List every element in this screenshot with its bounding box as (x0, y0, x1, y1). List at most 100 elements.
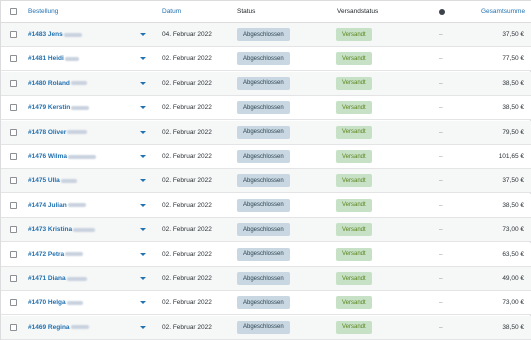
redacted-name (70, 325, 89, 330)
row-checkbox[interactable] (10, 267, 17, 290)
order-number-name[interactable]: #1476 Wilma (28, 153, 67, 160)
row-checkbox[interactable] (10, 243, 17, 266)
row-checkbox[interactable] (10, 169, 17, 192)
shipping-status-badge: Versandt (336, 47, 372, 70)
order-link[interactable]: #1474 Julian (28, 194, 86, 217)
table-row[interactable]: #1470 Helga 02. Februar 2022 Abgeschloss… (1, 291, 531, 316)
order-date: 02. Februar 2022 (162, 177, 212, 185)
order-number-name[interactable]: #1479 Kerstin (28, 104, 70, 111)
order-link[interactable]: #1470 Helga (28, 291, 83, 314)
table-row[interactable]: #1474 Julian 02. Februar 2022 Abgeschlos… (1, 193, 531, 218)
table-row[interactable]: #1478 Oliver 02. Februar 2022 Abgeschlos… (1, 120, 531, 145)
preview-icon[interactable] (140, 243, 146, 266)
preview-icon[interactable] (140, 96, 146, 119)
preview-icon[interactable] (140, 72, 146, 95)
note-value: – (439, 128, 443, 136)
order-number-name[interactable]: #1475 Ulla (28, 177, 60, 184)
preview-icon[interactable] (140, 218, 146, 241)
preview-icon[interactable] (140, 169, 146, 192)
order-total: 38,50 € (502, 104, 524, 112)
redacted-name (60, 178, 77, 183)
order-link[interactable]: #1479 Kerstin (28, 96, 90, 119)
order-date: 04. Februar 2022 (162, 31, 212, 38)
column-header-order[interactable]: Bestellung (28, 1, 58, 22)
column-header-total[interactable]: Gesamtsumme (481, 1, 525, 22)
preview-icon[interactable] (140, 121, 146, 144)
order-link[interactable]: #1478 Oliver (28, 121, 88, 144)
row-checkbox[interactable] (10, 121, 17, 144)
table-row[interactable]: #1479 Kerstin 02. Februar 2022 Abgeschlo… (1, 96, 531, 121)
table-row[interactable]: #1475 Ulla 02. Februar 2022 Abgeschlosse… (1, 169, 531, 194)
table-row[interactable]: #1483 Jens 04. Februar 2022 Abgeschlosse… (1, 23, 531, 47)
table-row[interactable]: #1480 Roland 02. Februar 2022 Abgeschlos… (1, 71, 531, 96)
row-checkbox[interactable] (10, 96, 17, 119)
order-link[interactable]: #1481 Heidi (28, 47, 79, 70)
order-link[interactable]: #1476 Wilma (28, 145, 96, 168)
status-badge: Abgeschlossen (237, 121, 290, 144)
preview-icon[interactable] (140, 47, 146, 70)
status-badge: Abgeschlossen (237, 23, 290, 46)
order-total: 49,00 € (502, 275, 524, 282)
order-total: 63,50 € (502, 250, 524, 258)
order-total: 101,65 € (498, 153, 524, 160)
preview-icon[interactable] (140, 316, 146, 339)
status-badge: Abgeschlossen (237, 243, 290, 266)
status-badge: Abgeschlossen (237, 47, 290, 70)
select-all-checkbox[interactable] (10, 1, 17, 22)
redacted-name (66, 300, 83, 305)
order-number-name[interactable]: #1474 Julian (28, 202, 67, 209)
shipping-status-badge: Versandt (336, 145, 372, 168)
order-number-name[interactable]: #1473 Kristina (28, 226, 72, 233)
table-row[interactable]: #1471 Diana 02. Februar 2022 Abgeschloss… (1, 267, 531, 291)
order-link[interactable]: #1475 Ulla (28, 169, 77, 192)
preview-icon[interactable] (140, 194, 146, 217)
table-row[interactable]: #1469 Regina 02. Februar 2022 Abgeschlos… (1, 315, 531, 340)
order-link[interactable]: #1469 Regina (28, 316, 89, 339)
order-total: 73,00 € (502, 226, 524, 234)
column-header-date[interactable]: Datum (162, 1, 181, 22)
preview-icon[interactable] (140, 267, 146, 290)
order-number-name[interactable]: #1483 Jens (28, 31, 63, 38)
row-checkbox[interactable] (10, 316, 17, 339)
table-row[interactable]: #1472 Petra 02. Februar 2022 Abgeschloss… (1, 242, 531, 267)
status-badge: Abgeschlossen (237, 169, 290, 192)
order-number-name[interactable]: #1481 Heidi (28, 55, 64, 62)
order-number-name[interactable]: #1469 Regina (28, 324, 70, 331)
redacted-name (67, 130, 88, 135)
note-value: – (439, 323, 443, 331)
status-badge: Abgeschlossen (237, 194, 290, 217)
note-value: – (439, 201, 443, 209)
order-link[interactable]: #1472 Petra (28, 243, 84, 266)
table-row[interactable]: #1473 Kristina 02. Februar 2022 Abgeschl… (1, 218, 531, 243)
order-link[interactable]: #1471 Diana (28, 267, 87, 290)
shipping-status-badge: Versandt (336, 243, 372, 266)
row-checkbox[interactable] (10, 291, 17, 314)
row-checkbox[interactable] (10, 23, 17, 46)
status-badge: Abgeschlossen (237, 291, 290, 314)
row-checkbox[interactable] (10, 72, 17, 95)
note-value: – (439, 104, 443, 112)
order-number-name[interactable]: #1478 Oliver (28, 129, 66, 136)
row-checkbox[interactable] (10, 218, 17, 241)
preview-icon[interactable] (140, 291, 146, 314)
preview-icon[interactable] (140, 145, 146, 168)
table-row[interactable]: #1481 Heidi 02. Februar 2022 Abgeschloss… (1, 47, 531, 72)
order-date: 02. Februar 2022 (162, 250, 212, 258)
order-link[interactable]: #1473 Kristina (28, 218, 96, 241)
row-checkbox[interactable] (10, 194, 17, 217)
order-date: 02. Februar 2022 (162, 323, 212, 331)
preview-icon[interactable] (140, 23, 146, 46)
redacted-name (67, 203, 86, 208)
table-row[interactable]: #1476 Wilma 02. Februar 2022 Abgeschloss… (1, 145, 531, 169)
order-date: 02. Februar 2022 (162, 275, 212, 282)
order-link[interactable]: #1483 Jens (28, 23, 82, 46)
order-link[interactable]: #1480 Roland (28, 72, 87, 95)
row-checkbox[interactable] (10, 47, 17, 70)
order-number-name[interactable]: #1470 Helga (28, 299, 66, 306)
status-badge: Abgeschlossen (237, 96, 290, 119)
order-total: 37,50 € (502, 31, 524, 38)
order-number-name[interactable]: #1472 Petra (28, 251, 64, 258)
order-number-name[interactable]: #1480 Roland (28, 80, 70, 87)
order-number-name[interactable]: #1471 Diana (28, 275, 66, 282)
row-checkbox[interactable] (10, 145, 17, 168)
